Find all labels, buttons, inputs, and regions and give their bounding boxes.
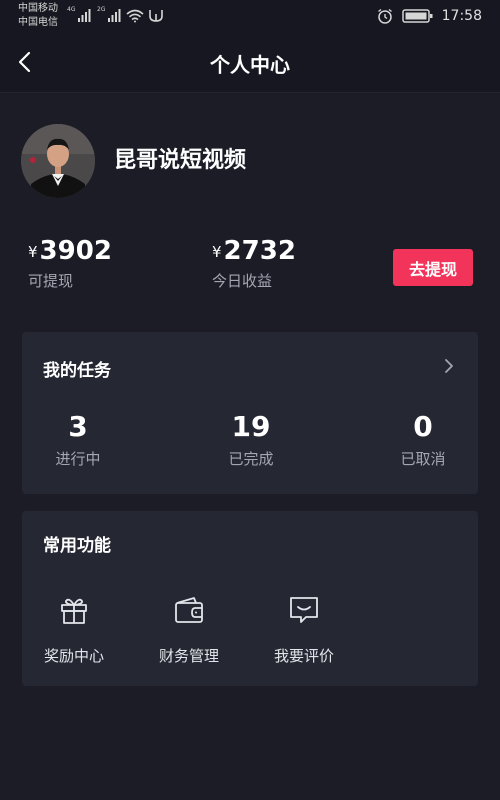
common-functions-card: 常用功能 奖励中心 财务管理 我要评价: [22, 511, 478, 686]
stat-value: 19: [231, 410, 271, 443]
user-name: 昆哥说短视频: [114, 148, 247, 173]
page-title: 个人中心: [210, 53, 290, 77]
comment-icon: [290, 597, 318, 623]
carrier-2-label: 中国电信: [18, 17, 58, 28]
task-stat-completed[interactable]: 19 已完成: [201, 410, 301, 469]
status-time: 17:58: [441, 8, 482, 24]
stat-value: 3: [68, 410, 88, 443]
currency-symbol: ¥: [28, 243, 38, 261]
earnings-label: 今日收益: [212, 272, 273, 290]
withdrawable-balance: ¥3902 可提现: [28, 236, 112, 291]
task-stat-in-progress[interactable]: 3 进行中: [28, 410, 128, 469]
chevron-right-icon[interactable]: [442, 358, 456, 374]
reward-center-label: 奖励中心: [43, 647, 104, 665]
task-stat-cancelled[interactable]: 0 已取消: [373, 410, 473, 469]
signal-icon: [78, 9, 91, 22]
write-review-label: 我要评价: [273, 647, 334, 665]
stat-label: 已完成: [228, 450, 274, 468]
balance-amount: 3902: [39, 236, 112, 266]
balance-label: 可提现: [28, 272, 74, 290]
status-icons-group: [78, 9, 163, 23]
signal-icon: [108, 9, 121, 22]
wallet-icon: [175, 597, 203, 623]
wifi-icon: [126, 9, 144, 23]
stat-label: 进行中: [55, 450, 101, 468]
functions-title: 常用功能: [43, 536, 111, 556]
status-bar: 中国移动 中国电信 4G 2G 17:58: [0, 0, 500, 32]
avatar[interactable]: [21, 124, 95, 198]
avatar-photo: [21, 124, 95, 198]
reward-center-button[interactable]: 奖励中心: [29, 593, 119, 666]
usb-icon: [149, 10, 163, 22]
my-tasks-card: 我的任务 3 进行中 19 已完成 0 已取消: [22, 332, 478, 494]
withdraw-button[interactable]: 去提现: [393, 249, 473, 286]
stat-value: 0: [413, 410, 433, 443]
earnings-amount: 2732: [223, 236, 296, 266]
currency-symbol: ¥: [212, 243, 222, 261]
alarm-icon: [377, 8, 392, 24]
stat-label: 已取消: [400, 450, 446, 468]
write-review-button[interactable]: 我要评价: [259, 593, 349, 666]
finance-management-button[interactable]: 财务管理: [144, 593, 234, 666]
carrier-1-label: 中国移动: [18, 3, 58, 14]
tasks-title: 我的任务: [43, 361, 111, 381]
today-earnings: ¥2732 今日收益: [212, 236, 296, 291]
finance-management-label: 财务管理: [158, 647, 219, 665]
status-right-group: 17:58: [376, 6, 482, 26]
battery-icon: [401, 9, 433, 23]
gift-icon: [61, 598, 87, 624]
nav-bar: 个人中心: [0, 32, 500, 93]
personal-center-screen: 中国移动 中国电信 4G 2G 17:58 个人中心 昆哥说短视频 ¥3902 …: [0, 0, 500, 800]
